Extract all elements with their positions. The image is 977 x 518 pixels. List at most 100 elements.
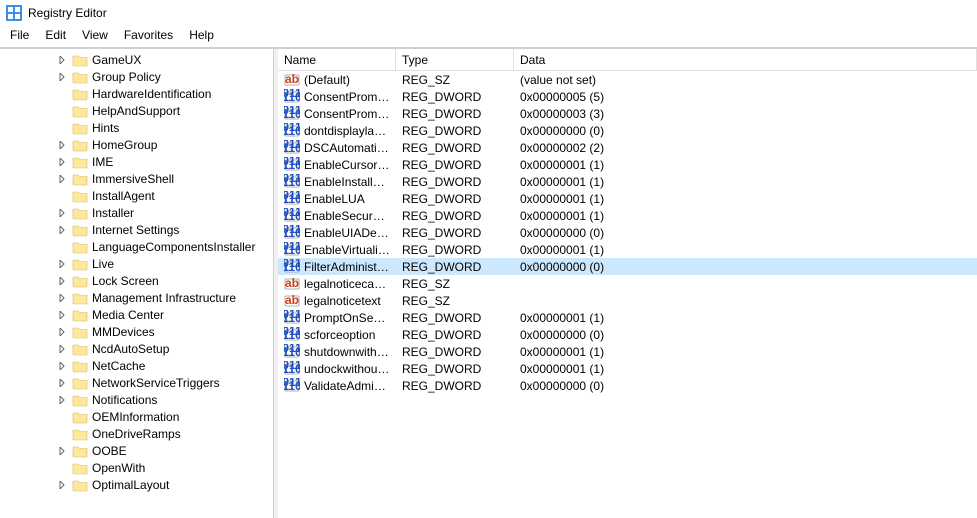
tree-item[interactable]: NetCache xyxy=(0,357,273,374)
value-row[interactable]: EnableVirtualiza...REG_DWORD0x00000001 (… xyxy=(278,241,977,258)
value-row[interactable]: dontdisplaylast...REG_DWORD0x00000000 (0… xyxy=(278,122,977,139)
value-row[interactable]: PromptOnSecur...REG_DWORD0x00000001 (1) xyxy=(278,309,977,326)
value-row[interactable]: EnableSecureUI...REG_DWORD0x00000001 (1) xyxy=(278,207,977,224)
tree-item[interactable]: Management Infrastructure xyxy=(0,289,273,306)
value-row[interactable]: FilterAdministra...REG_DWORD0x00000000 (… xyxy=(278,258,977,275)
value-row[interactable]: EnableCursorSu...REG_DWORD0x00000001 (1) xyxy=(278,156,977,173)
tree-item[interactable]: OptimalLayout xyxy=(0,476,273,493)
folder-icon xyxy=(72,410,88,424)
tree-item[interactable]: Group Policy xyxy=(0,68,273,85)
value-name-cell: (Default) xyxy=(278,72,396,88)
column-data[interactable]: Data xyxy=(514,49,977,70)
tree-pane[interactable]: GameUX Group PolicyHardwareIdentification… xyxy=(0,49,274,518)
tree-item[interactable]: Internet Settings xyxy=(0,221,273,238)
value-row[interactable]: legalnoticecapti...REG_SZ xyxy=(278,275,977,292)
expand-icon[interactable] xyxy=(56,207,68,219)
value-row[interactable]: ConsentPrompt...REG_DWORD0x00000003 (3) xyxy=(278,105,977,122)
expand-icon[interactable] xyxy=(56,156,68,168)
tree-item-label: Group Policy xyxy=(90,70,163,84)
value-type: REG_DWORD xyxy=(396,311,514,325)
value-name-cell: dontdisplaylast... xyxy=(278,123,396,139)
folder-icon xyxy=(72,376,88,390)
tree-item[interactable]: Installer xyxy=(0,204,273,221)
value-type: REG_DWORD xyxy=(396,124,514,138)
tree-item[interactable]: OEMInformation xyxy=(0,408,273,425)
tree-item-label: ImmersiveShell xyxy=(90,172,176,186)
tree-item[interactable]: NcdAutoSetup xyxy=(0,340,273,357)
expand-icon[interactable] xyxy=(56,360,68,372)
tree-item-label: NcdAutoSetup xyxy=(90,342,171,356)
tree-item[interactable]: Notifications xyxy=(0,391,273,408)
value-type: REG_DWORD xyxy=(396,175,514,189)
value-row[interactable]: undockwithoutl...REG_DWORD0x00000001 (1) xyxy=(278,360,977,377)
expand-icon[interactable] xyxy=(56,309,68,321)
dword-value-icon xyxy=(284,242,300,258)
expand-icon[interactable] xyxy=(56,479,68,491)
value-name: scforceoption xyxy=(304,328,390,342)
tree-item[interactable]: LanguageComponentsInstaller xyxy=(0,238,273,255)
column-type[interactable]: Type xyxy=(396,49,514,70)
folder-icon xyxy=(72,53,88,67)
dword-value-icon xyxy=(284,174,300,190)
column-name[interactable]: Name xyxy=(278,49,396,70)
tree-item[interactable]: Live xyxy=(0,255,273,272)
folder-icon xyxy=(72,478,88,492)
value-row[interactable]: (Default)REG_SZ(value not set) xyxy=(278,71,977,88)
value-type: REG_DWORD xyxy=(396,243,514,257)
tree-item[interactable]: IME xyxy=(0,153,273,170)
value-row[interactable]: scforceoptionREG_DWORD0x00000000 (0) xyxy=(278,326,977,343)
value-row[interactable]: shutdownwitho...REG_DWORD0x00000001 (1) xyxy=(278,343,977,360)
tree-item[interactable]: OpenWith xyxy=(0,459,273,476)
tree-item[interactable]: HomeGroup xyxy=(0,136,273,153)
expand-icon[interactable] xyxy=(56,394,68,406)
tree-item[interactable]: MMDevices xyxy=(0,323,273,340)
tree-item[interactable]: GameUX xyxy=(0,51,273,68)
value-row[interactable]: EnableUIADeskt...REG_DWORD0x00000000 (0) xyxy=(278,224,977,241)
expand-icon[interactable] xyxy=(56,54,68,66)
expand-icon[interactable] xyxy=(56,377,68,389)
value-row[interactable]: ConsentPrompt...REG_DWORD0x00000005 (5) xyxy=(278,88,977,105)
tree-item[interactable]: ImmersiveShell xyxy=(0,170,273,187)
folder-icon xyxy=(72,121,88,135)
tree-item[interactable]: InstallAgent xyxy=(0,187,273,204)
expand-icon[interactable] xyxy=(56,71,68,83)
folder-icon xyxy=(72,444,88,458)
expand-icon[interactable] xyxy=(56,275,68,287)
expand-icon[interactable] xyxy=(56,445,68,457)
expand-icon[interactable] xyxy=(56,343,68,355)
tree-item[interactable]: Media Center xyxy=(0,306,273,323)
tree-item[interactable]: OneDriveRamps xyxy=(0,425,273,442)
tree-item[interactable]: HelpAndSupport xyxy=(0,102,273,119)
expand-icon[interactable] xyxy=(56,173,68,185)
dword-value-icon xyxy=(284,344,300,360)
folder-icon xyxy=(72,427,88,441)
value-row[interactable]: legalnoticetextREG_SZ xyxy=(278,292,977,309)
window-title: Registry Editor xyxy=(28,6,107,20)
tree-item-label: Installer xyxy=(90,206,136,220)
folder-icon xyxy=(72,308,88,322)
value-list-pane[interactable]: Name Type Data (Default)REG_SZ(value not… xyxy=(278,49,977,518)
value-row[interactable]: DSCAutomatio...REG_DWORD0x00000002 (2) xyxy=(278,139,977,156)
value-row[interactable]: EnableLUAREG_DWORD0x00000001 (1) xyxy=(278,190,977,207)
tree-item[interactable]: OOBE xyxy=(0,442,273,459)
tree-item[interactable]: HardwareIdentification xyxy=(0,85,273,102)
tree-item[interactable]: Lock Screen xyxy=(0,272,273,289)
value-row[interactable]: ValidateAdminC...REG_DWORD0x00000000 (0) xyxy=(278,377,977,394)
menu-help[interactable]: Help xyxy=(181,26,222,47)
expand-icon[interactable] xyxy=(56,224,68,236)
tree-item-label: LanguageComponentsInstaller xyxy=(90,240,257,254)
expand-icon[interactable] xyxy=(56,258,68,270)
menu-favorites[interactable]: Favorites xyxy=(116,26,181,47)
expand-icon[interactable] xyxy=(56,139,68,151)
value-type: REG_DWORD xyxy=(396,345,514,359)
expand-icon[interactable] xyxy=(56,326,68,338)
expand-icon xyxy=(56,428,68,440)
menu-view[interactable]: View xyxy=(74,26,116,47)
menu-file[interactable]: File xyxy=(2,26,37,47)
expand-icon[interactable] xyxy=(56,292,68,304)
tree-item[interactable]: NetworkServiceTriggers xyxy=(0,374,273,391)
value-name: DSCAutomatio... xyxy=(304,141,390,155)
tree-item[interactable]: Hints xyxy=(0,119,273,136)
menu-edit[interactable]: Edit xyxy=(37,26,74,47)
value-row[interactable]: EnableInstallerD...REG_DWORD0x00000001 (… xyxy=(278,173,977,190)
